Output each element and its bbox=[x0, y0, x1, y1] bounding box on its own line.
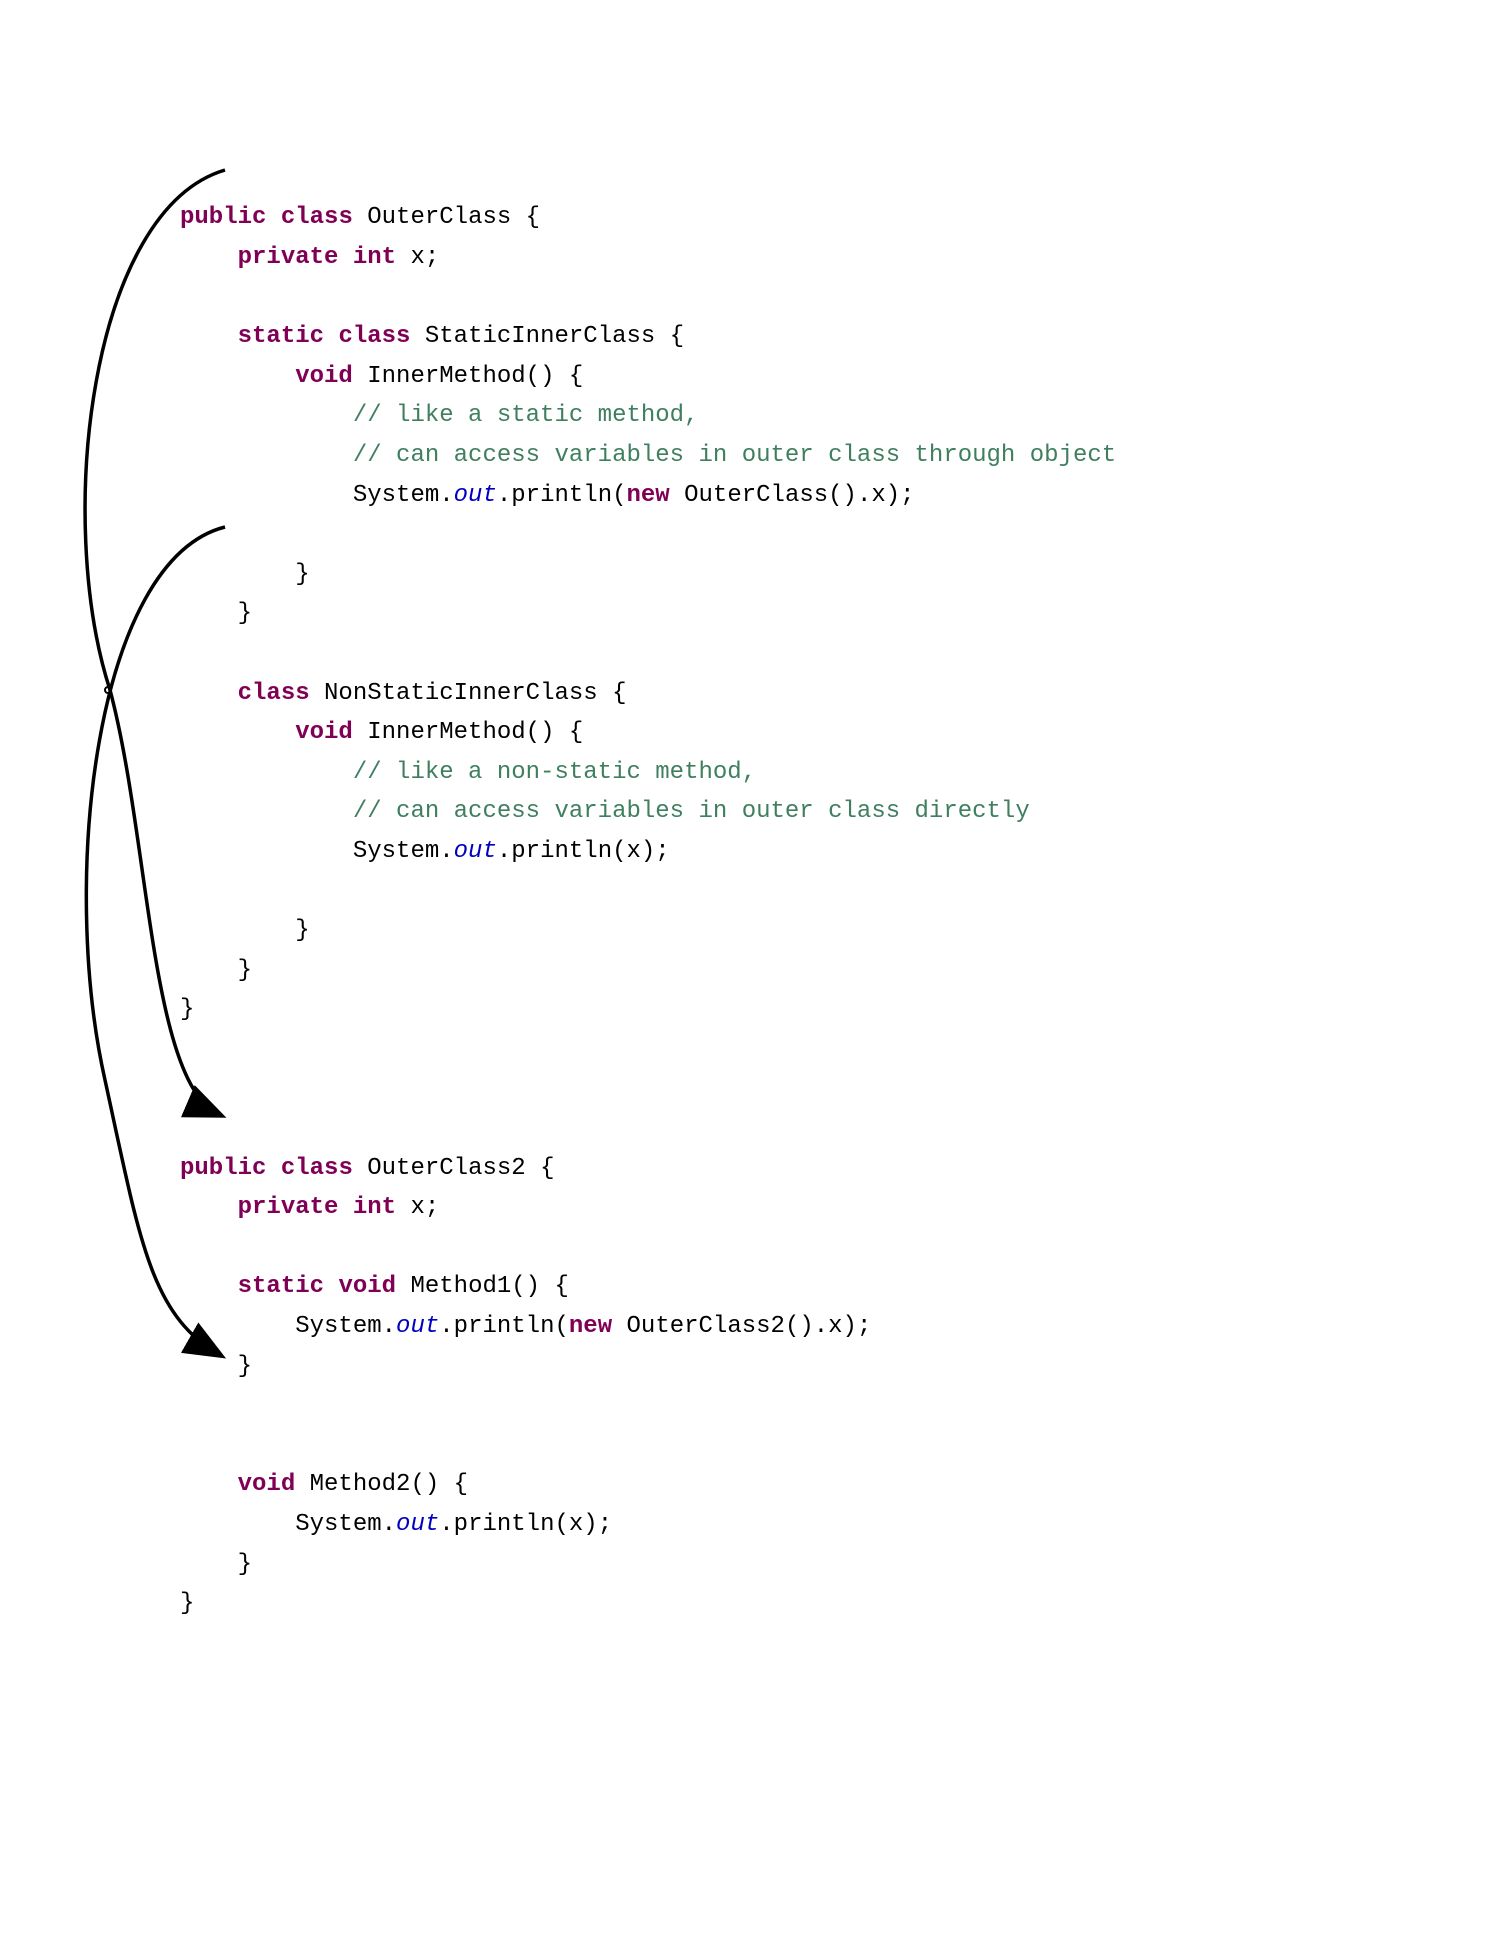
code-text: OuterClass2().x); bbox=[612, 1313, 871, 1340]
arrow-intersection-marker bbox=[105, 687, 111, 693]
class-name: OuterClass2 bbox=[367, 1155, 525, 1182]
keyword-void: void bbox=[295, 719, 353, 746]
field-ref: out bbox=[454, 838, 497, 865]
method-name: InnerMethod() bbox=[367, 363, 554, 390]
brace: { bbox=[554, 719, 583, 746]
method-name: Method2() bbox=[310, 1471, 440, 1498]
brace-close: } bbox=[295, 917, 309, 944]
field-ref: out bbox=[454, 482, 497, 509]
comment-line: // can access variables in outer class d… bbox=[353, 798, 1030, 825]
brace-close: } bbox=[180, 996, 194, 1023]
keyword-private: private bbox=[238, 1194, 339, 1221]
brace: { bbox=[554, 363, 583, 390]
brace-close: } bbox=[238, 1353, 252, 1380]
keyword-void: void bbox=[238, 1471, 296, 1498]
keyword-private: private bbox=[238, 244, 339, 271]
brace-close: } bbox=[180, 1590, 194, 1617]
comment-line: // like a static method, bbox=[353, 402, 699, 429]
code-text: System. bbox=[353, 838, 454, 865]
brace-close: } bbox=[238, 957, 252, 984]
brace: { bbox=[526, 1155, 555, 1182]
code-text: System. bbox=[353, 482, 454, 509]
field-name: x bbox=[410, 244, 424, 271]
keyword-static: static bbox=[238, 323, 324, 350]
brace-close: } bbox=[295, 561, 309, 588]
field-ref: out bbox=[396, 1313, 439, 1340]
brace: { bbox=[439, 1471, 468, 1498]
field-name: x bbox=[410, 1194, 424, 1221]
keyword-new: new bbox=[569, 1313, 612, 1340]
code-text: System. bbox=[295, 1511, 396, 1538]
keyword-class: class bbox=[338, 323, 410, 350]
keyword-public: public bbox=[180, 204, 266, 231]
code-block: public class OuterClass { private int x;… bbox=[180, 198, 1428, 1623]
method-name: Method1() bbox=[410, 1273, 540, 1300]
class-name: StaticInnerClass bbox=[425, 323, 655, 350]
keyword-new: new bbox=[627, 482, 670, 509]
keyword-class: class bbox=[281, 1155, 353, 1182]
class-name: OuterClass bbox=[367, 204, 511, 231]
code-text: OuterClass().x); bbox=[670, 482, 915, 509]
keyword-class: class bbox=[281, 204, 353, 231]
brace-close: } bbox=[238, 600, 252, 627]
brace: { bbox=[511, 204, 540, 231]
comment-line: // can access variables in outer class t… bbox=[353, 442, 1116, 469]
code-text: .println(x); bbox=[497, 838, 670, 865]
keyword-static: static bbox=[238, 1273, 324, 1300]
keyword-int: int bbox=[353, 1194, 396, 1221]
keyword-int: int bbox=[353, 244, 396, 271]
code-text: .println( bbox=[439, 1313, 569, 1340]
field-ref: out bbox=[396, 1511, 439, 1538]
comment-line: // like a non-static method, bbox=[353, 759, 756, 786]
keyword-public: public bbox=[180, 1155, 266, 1182]
brace: { bbox=[540, 1273, 569, 1300]
semicolon: ; bbox=[425, 244, 439, 271]
keyword-void: void bbox=[338, 1273, 396, 1300]
code-text: System. bbox=[295, 1313, 396, 1340]
semicolon: ; bbox=[425, 1194, 439, 1221]
brace: { bbox=[655, 323, 684, 350]
brace-close: } bbox=[238, 1551, 252, 1578]
keyword-class: class bbox=[238, 680, 310, 707]
code-text: .println( bbox=[497, 482, 627, 509]
brace: { bbox=[598, 680, 627, 707]
code-text: .println(x); bbox=[439, 1511, 612, 1538]
keyword-void: void bbox=[295, 363, 353, 390]
method-name: InnerMethod() bbox=[367, 719, 554, 746]
class-name: NonStaticInnerClass bbox=[324, 680, 598, 707]
